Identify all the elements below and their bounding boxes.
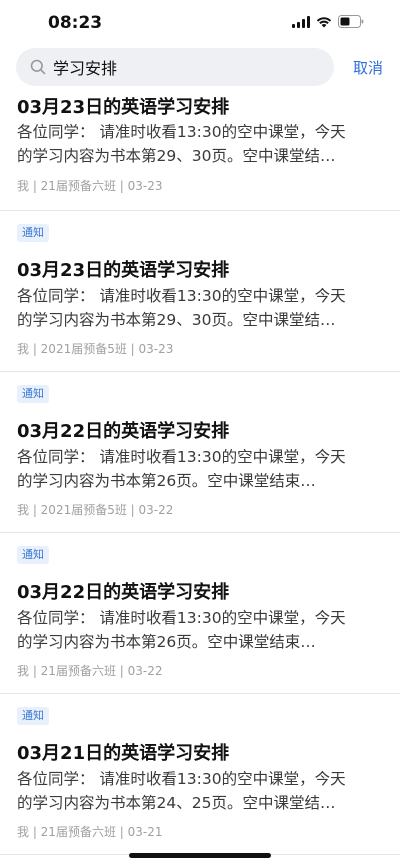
snippet-line: 的学习内容为书本第26页。空中课堂结束… (17, 633, 316, 651)
result-item[interactable]: 通知 03月23日的英语学习安排 各位同学： 请准时收看13:30的空中课堂，今… (0, 211, 400, 372)
result-item[interactable]: 通知 03月21日的英语学习安排 各位同学： 请准时收看13:30的空中课堂，今… (0, 694, 400, 855)
notice-tag: 通知 (17, 707, 49, 725)
result-meta: 我 | 21届预备六班 | 03-23 (17, 179, 163, 193)
cancel-button[interactable]: 取消 (353, 57, 383, 78)
search-icon (29, 58, 47, 76)
result-snippet: 各位同学： 请准时收看13:30的空中课堂，今天 的学习内容为书本第24、25页… (17, 767, 379, 815)
search-input[interactable]: 学习安排 (16, 48, 334, 86)
search-bar: 学习安排 取消 (0, 48, 400, 88)
result-item[interactable]: 03月23日的英语学习安排 各位同学： 请准时收看13:30的空中课堂，今天 的… (0, 88, 400, 211)
result-meta: 我 | 2021届预备5班 | 03-23 (17, 342, 174, 356)
result-snippet: 各位同学： 请准时收看13:30的空中课堂，今天 的学习内容为书本第29、30页… (17, 120, 379, 168)
notice-tag: 通知 (17, 385, 49, 403)
result-title: 03月21日的英语学习安排 (17, 743, 230, 764)
snippet-line: 各位同学： 请准时收看13:30的空中课堂，今天 (17, 287, 346, 305)
wifi-icon (316, 16, 332, 28)
status-icons (292, 15, 364, 28)
snippet-line: 的学习内容为书本第29、30页。空中课堂结… (17, 147, 336, 165)
search-query-text: 学习安排 (53, 59, 118, 78)
snippet-line: 各位同学： 请准时收看13:30的空中课堂，今天 (17, 448, 346, 466)
result-item[interactable]: 通知 03月22日的英语学习安排 各位同学： 请准时收看13:30的空中课堂，今… (0, 372, 400, 533)
result-meta: 我 | 21届预备六班 | 03-21 (17, 825, 163, 839)
snippet-line: 各位同学： 请准时收看13:30的空中课堂，今天 (17, 770, 346, 788)
snippet-line: 的学习内容为书本第29、30页。空中课堂结… (17, 311, 336, 329)
notice-tag: 通知 (17, 546, 49, 564)
result-meta: 我 | 21届预备六班 | 03-22 (17, 664, 163, 678)
result-meta: 我 | 2021届预备5班 | 03-22 (17, 503, 174, 517)
notice-tag: 通知 (17, 224, 49, 242)
result-title: 03月23日的英语学习安排 (17, 260, 230, 281)
snippet-line: 各位同学： 请准时收看13:30的空中课堂，今天 (17, 123, 346, 141)
search-results-list: 03月23日的英语学习安排 各位同学： 请准时收看13:30的空中课堂，今天 的… (0, 88, 400, 855)
snippet-line: 的学习内容为书本第26页。空中课堂结束… (17, 472, 316, 490)
result-snippet: 各位同学： 请准时收看13:30的空中课堂，今天 的学习内容为书本第26页。空中… (17, 606, 379, 654)
result-title: 03月22日的英语学习安排 (17, 582, 230, 603)
result-snippet: 各位同学： 请准时收看13:30的空中课堂，今天 的学习内容为书本第29、30页… (17, 284, 379, 332)
snippet-line: 的学习内容为书本第24、25页。空中课堂结… (17, 794, 336, 812)
home-indicator[interactable] (129, 853, 271, 858)
battery-icon (338, 15, 364, 28)
status-time: 08:23 (48, 13, 103, 33)
result-item[interactable]: 通知 03月22日的英语学习安排 各位同学： 请准时收看13:30的空中课堂，今… (0, 533, 400, 694)
result-snippet: 各位同学： 请准时收看13:30的空中课堂，今天 的学习内容为书本第26页。空中… (17, 445, 379, 493)
result-title: 03月22日的英语学习安排 (17, 421, 230, 442)
result-title: 03月23日的英语学习安排 (17, 97, 230, 118)
status-bar: 08:23 (0, 0, 400, 46)
cellular-signal-icon (292, 15, 310, 28)
snippet-line: 各位同学： 请准时收看13:30的空中课堂，今天 (17, 609, 346, 627)
